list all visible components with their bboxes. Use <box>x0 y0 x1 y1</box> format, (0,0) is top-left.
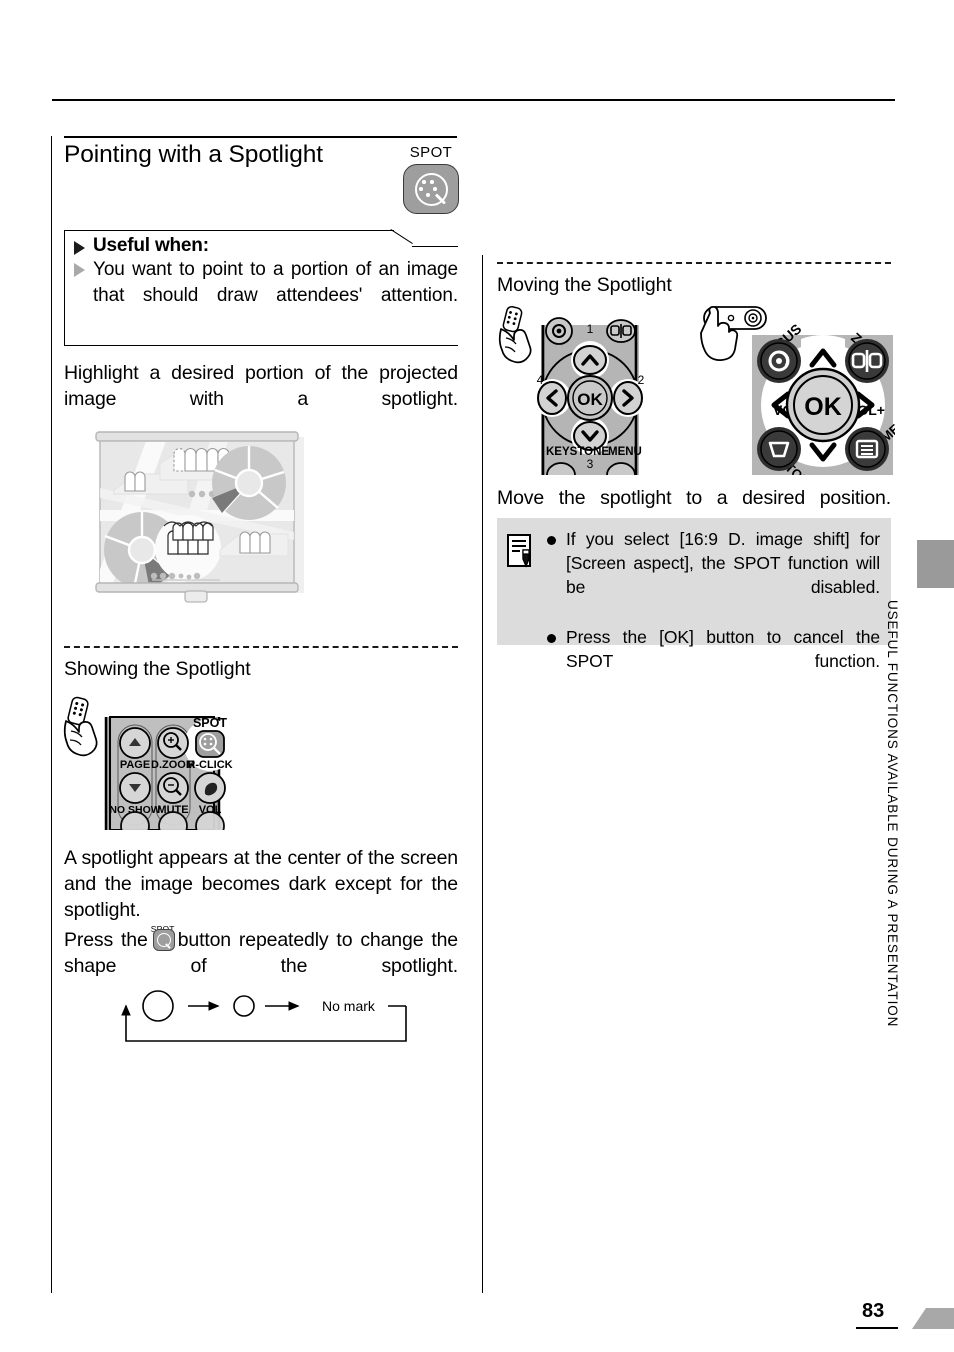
useful-when-heading: Useful when: <box>93 235 209 256</box>
note-box: If you select [16:9 D. image shift] for … <box>497 518 891 671</box>
svg-text:KEYSTONE: KEYSTONE <box>546 446 609 458</box>
svg-text:R-CLICK: R-CLICK <box>187 759 232 771</box>
spot-button-icon: SPOT <box>150 924 176 953</box>
page-top-rule <box>52 99 895 101</box>
note-list-item: If you select [16:9 D. image shift] for … <box>547 527 883 623</box>
useful-box-bottom-rule <box>64 345 458 346</box>
spot-badge-label: SPOT <box>409 144 453 161</box>
spotlight-shape-cycle-diagram: No mark <box>110 988 410 1050</box>
useful-when-text-row: You want to point to a portion of an ima… <box>64 257 458 335</box>
svg-text:3: 3 <box>587 457 594 471</box>
useful-box-top-rule-right <box>412 246 458 247</box>
note-list: If you select [16:9 D. image shift] for … <box>547 527 883 699</box>
intro-paragraph: Highlight a desired portion of the proje… <box>64 362 458 410</box>
note-item-text: Press the [OK] button to cancel the SPOT… <box>566 627 880 671</box>
svg-text:PAGE: PAGE <box>120 759 150 771</box>
hand-holding-remote-icon <box>63 696 98 757</box>
useful-box-notch <box>390 229 413 246</box>
spot-dot-icon <box>430 180 434 184</box>
bullet-icon <box>547 634 556 643</box>
useful-box-left-rule <box>64 230 65 346</box>
press-text-before: Press the <box>64 929 148 951</box>
useful-when-box: Useful when: You want to point to a port… <box>64 229 458 346</box>
showing-spotlight-heading: Showing the Spotlight <box>64 658 251 680</box>
spot-dot-icon <box>419 187 423 191</box>
svg-text:OK: OK <box>804 393 842 421</box>
useful-when-text: You want to point to a portion of an ima… <box>93 259 458 306</box>
svg-text:4: 4 <box>537 373 544 387</box>
svg-text:SPOT: SPOT <box>193 716 227 730</box>
svg-text:1: 1 <box>587 322 594 336</box>
footer-wedge <box>898 1308 954 1329</box>
moving-spotlight-heading: Moving the Spotlight <box>497 274 672 296</box>
projector-panel-illustration: FOCUS ZOOM KEYSTONE MENU <box>700 303 916 495</box>
note-pencil-icon <box>505 532 539 572</box>
hand-holding-remote-icon <box>498 305 532 364</box>
svg-text:MENU: MENU <box>608 446 642 458</box>
bullet-icon <box>547 536 556 545</box>
spot-dot-icon <box>433 187 437 191</box>
svg-text:OK: OK <box>577 390 603 409</box>
chapter-edge-tab <box>917 540 954 588</box>
svg-text:2: 2 <box>638 373 645 387</box>
section-title-rule <box>64 136 457 138</box>
spot-key-icon <box>403 164 459 214</box>
page-number: 83 <box>862 1300 885 1322</box>
spot-dot-icon <box>422 180 426 184</box>
chapter-vertical-title: USEFUL FUNCTIONS AVAILABLE DURING A PRES… <box>885 600 900 1028</box>
note-list-item: Press the [OK] button to cancel the SPOT… <box>547 625 883 697</box>
page-title: Pointing with a Spotlight <box>64 141 323 168</box>
note-item-text: If you select [16:9 D. image shift] for … <box>566 529 880 597</box>
remote-direction-pad-illustration: 1 OK 2 3 4 KEYSTONE MENU <box>497 305 687 488</box>
triangle-bullet-gray-icon <box>74 263 85 277</box>
footer-rule <box>856 1327 898 1329</box>
projected-image-illustration <box>92 428 307 610</box>
column-divider-rule <box>482 255 483 1293</box>
triangle-bullet-icon <box>74 241 85 255</box>
spot-dot-icon <box>426 193 430 197</box>
useful-box-top-rule <box>64 230 394 231</box>
spot-badge: SPOT <box>400 144 462 214</box>
svg-text:No mark: No mark <box>322 998 376 1014</box>
page-left-rule <box>51 136 52 1293</box>
remote-showing-spotlight-illustration: PAGE NO SHOW D.ZOOM MUTE SPOT R-CLICK VO… <box>62 695 262 841</box>
right-dashed-separator <box>497 262 891 264</box>
left-dashed-separator <box>64 646 458 648</box>
